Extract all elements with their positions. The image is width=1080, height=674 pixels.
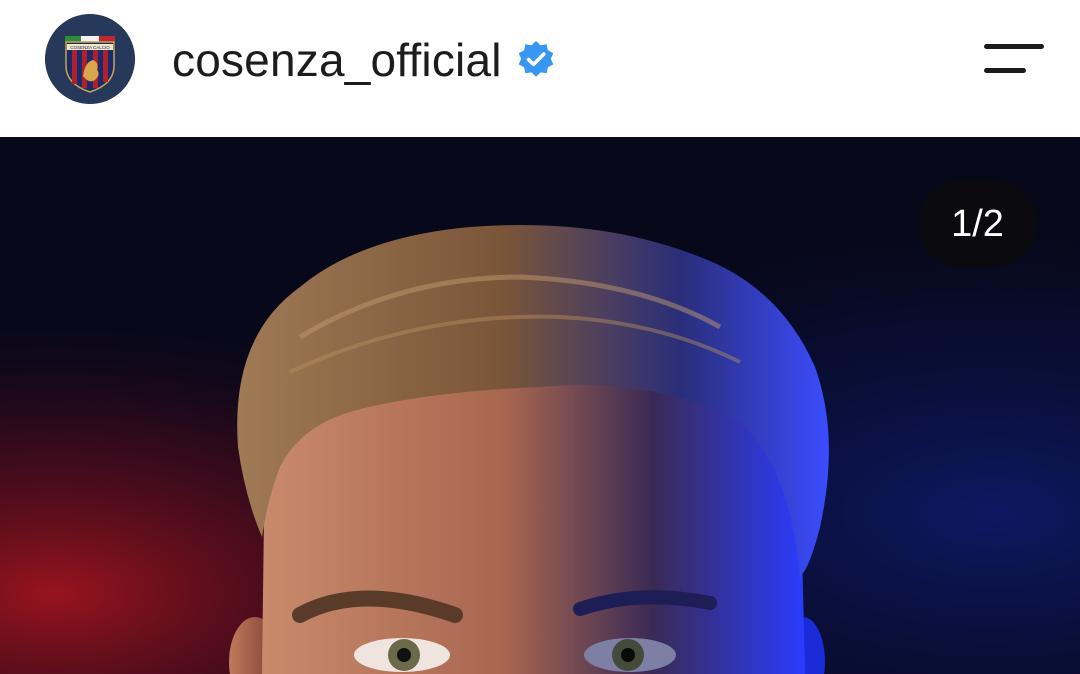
username[interactable]: cosenza_official [172, 33, 502, 87]
post-header: COSENZA CALCIO cosenza_official [0, 0, 1080, 137]
profile-avatar[interactable]: COSENZA CALCIO [45, 14, 135, 104]
verified-badge-icon [518, 41, 553, 77]
menu-button[interactable] [984, 40, 1044, 80]
carousel-counter: 1/2 [918, 180, 1037, 268]
crest-text: COSENZA CALCIO [70, 45, 110, 50]
username-row: cosenza_official [172, 30, 556, 90]
hamburger-menu-icon [984, 44, 1044, 49]
club-crest-icon: COSENZA CALCIO [45, 14, 135, 104]
